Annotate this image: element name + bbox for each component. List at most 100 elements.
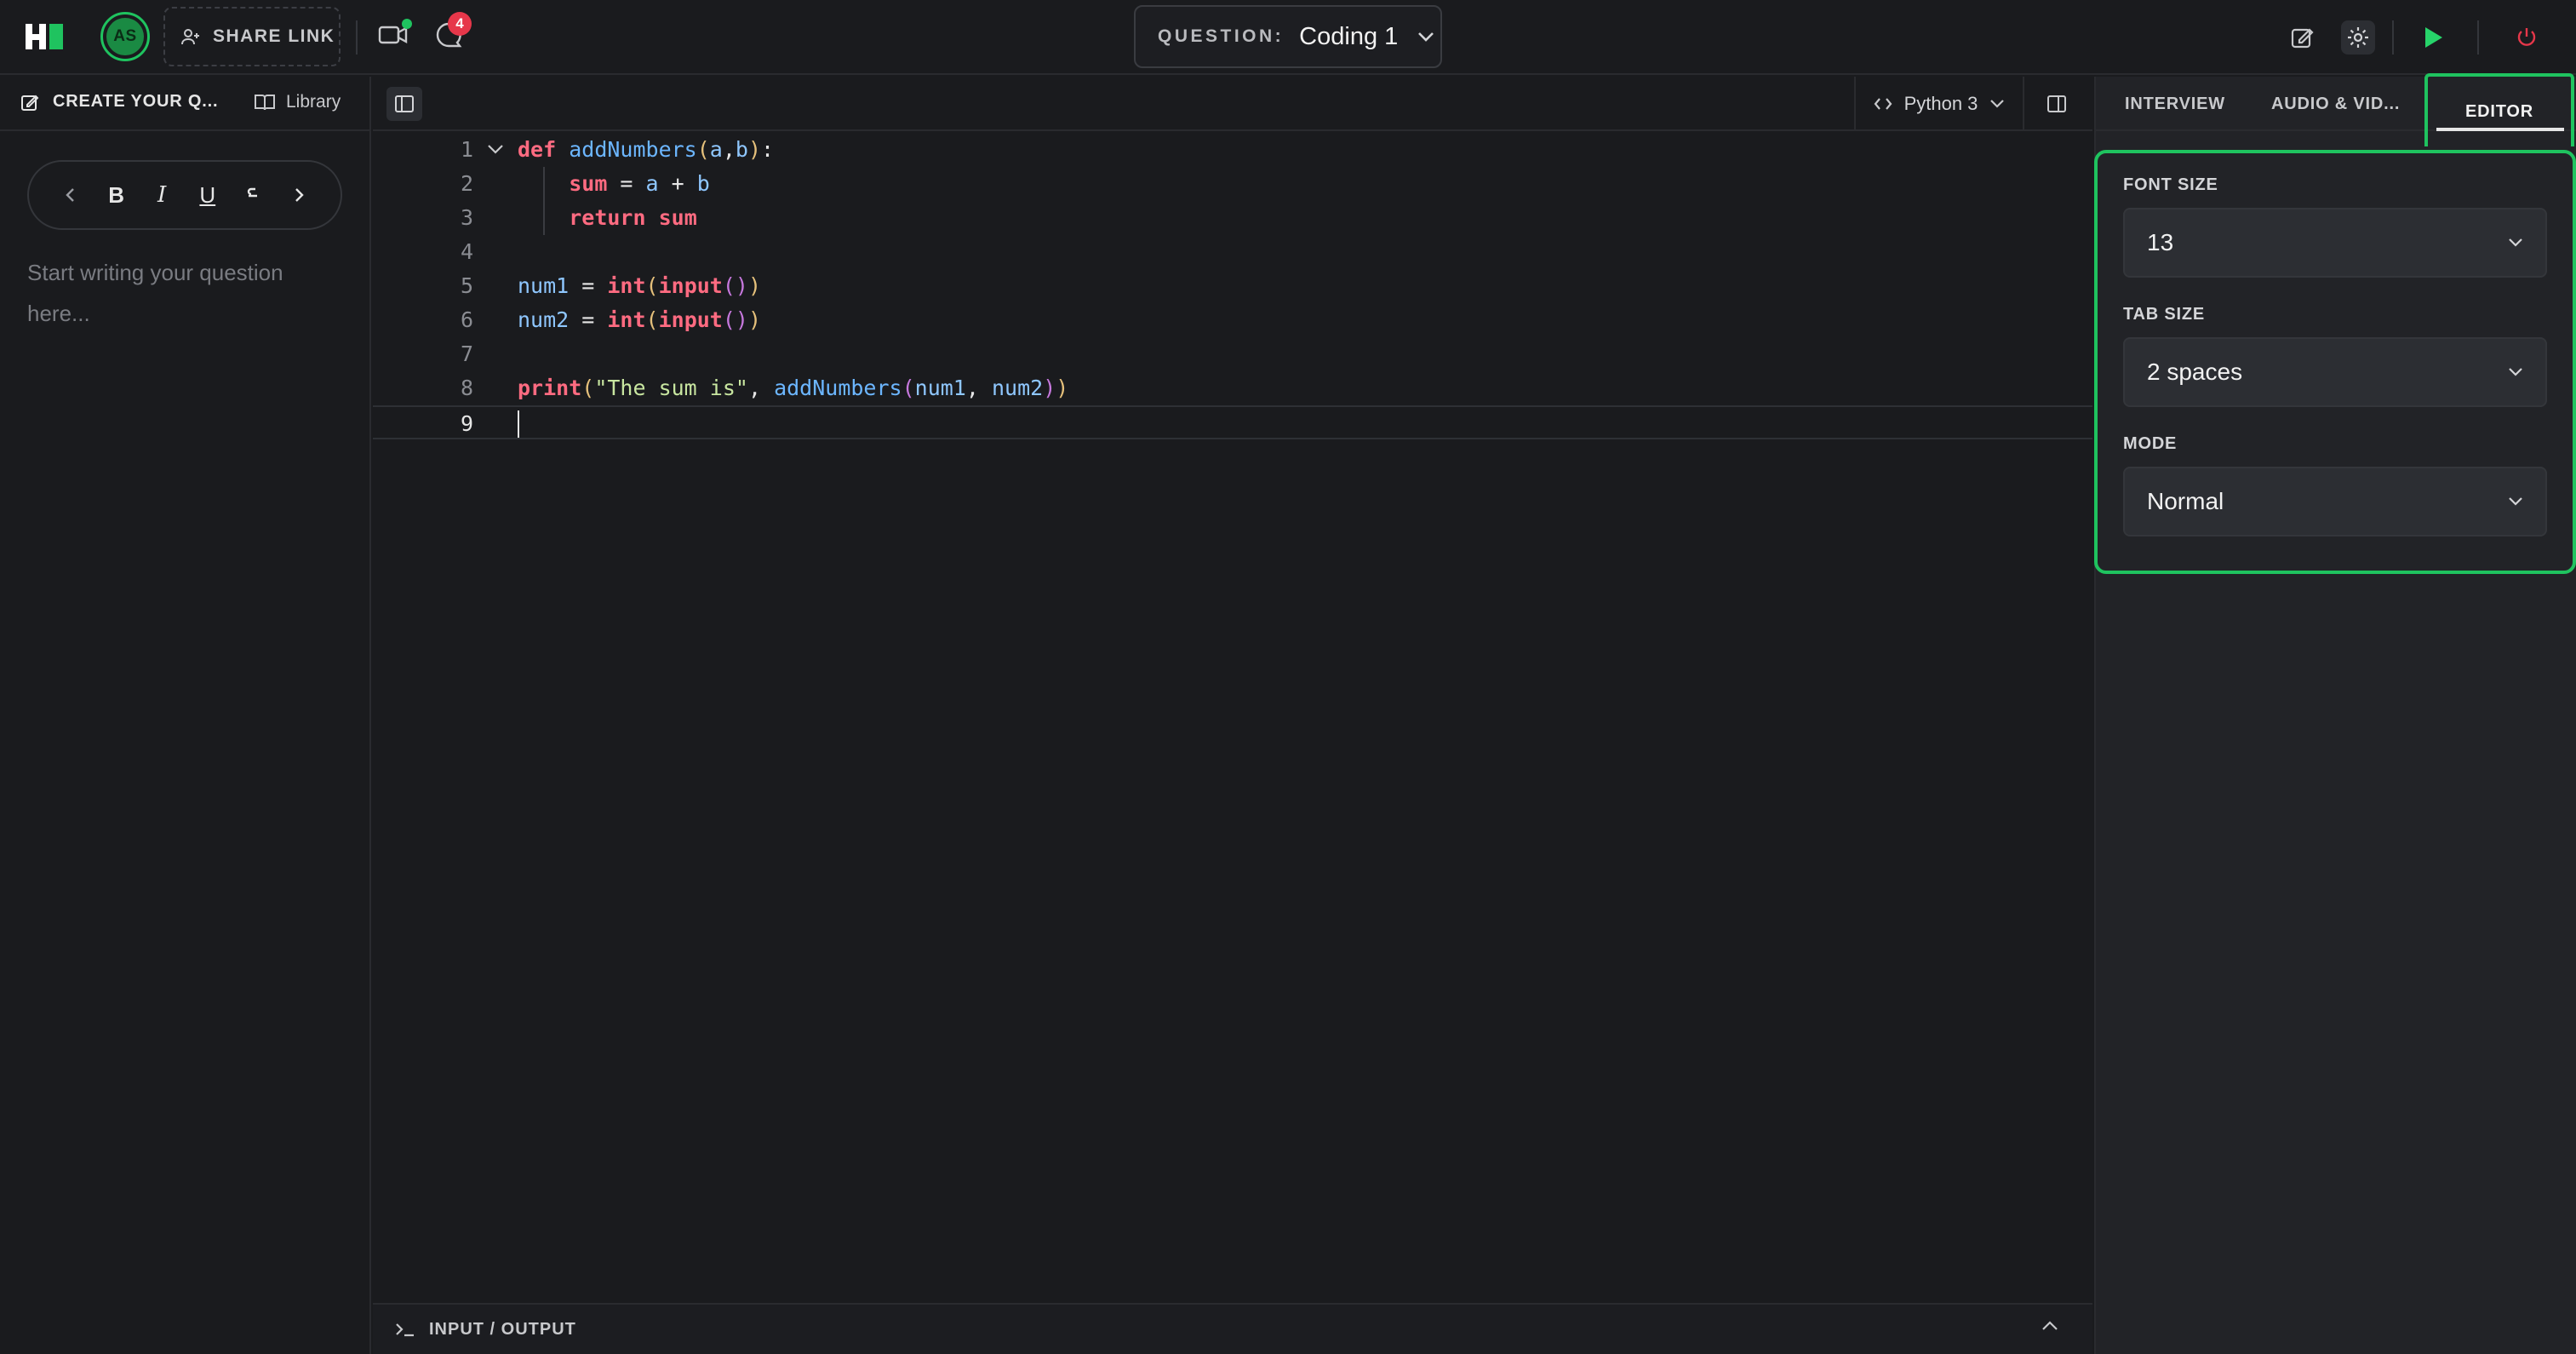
tab-size-select[interactable]: 2 spaces bbox=[2123, 337, 2547, 407]
tab-interview[interactable]: INTERVIEW bbox=[2125, 77, 2225, 131]
split-view-button[interactable] bbox=[2041, 89, 2072, 119]
tab-library[interactable]: Library bbox=[254, 92, 341, 112]
tab-library-label: Library bbox=[286, 92, 341, 112]
fold-chevron-icon[interactable] bbox=[487, 143, 504, 155]
chevron-down-icon bbox=[1417, 31, 1435, 43]
add-user-icon bbox=[180, 26, 201, 47]
chat-notification-badge: 4 bbox=[448, 12, 472, 36]
code-editor: Python 3 1 def addNumbers(a,b): 2 sum = … bbox=[373, 77, 2304, 1354]
chevron-down-icon bbox=[2508, 496, 2523, 507]
tab-create-label: CREATE YOUR Q... bbox=[53, 92, 219, 111]
question-panel: CREATE YOUR Q... Library B I U Start wri… bbox=[0, 77, 371, 1354]
settings-panel-tabs: INTERVIEW AUDIO & VID... EDITOR bbox=[2096, 73, 2576, 146]
edit-note-icon bbox=[2289, 25, 2315, 50]
code-line[interactable]: 1 def addNumbers(a,b): bbox=[373, 133, 2092, 167]
scroll-right-button[interactable] bbox=[284, 181, 313, 209]
code-line-active[interactable]: 9 bbox=[373, 405, 2092, 439]
input-output-panel-toggle[interactable]: INPUT / OUTPUT bbox=[373, 1303, 2092, 1354]
line-number: 7 bbox=[460, 341, 473, 366]
split-panel-icon bbox=[2046, 95, 2067, 113]
code-icon bbox=[1874, 97, 1892, 111]
mode-label: MODE bbox=[2123, 434, 2178, 453]
active-tab-indicator bbox=[2436, 128, 2564, 131]
sidebar-icon bbox=[394, 95, 415, 113]
tab-create-question[interactable]: CREATE YOUR Q... bbox=[20, 92, 218, 112]
tab-editor[interactable]: EDITOR bbox=[2424, 73, 2574, 146]
line-number: 5 bbox=[460, 273, 473, 298]
line-number: 8 bbox=[460, 376, 473, 400]
top-bar: AS SHARE LINK 4 QUESTION: Coding 1 bbox=[0, 0, 2576, 75]
toolbar-divider bbox=[2392, 20, 2394, 55]
chevron-down-icon bbox=[1989, 99, 2005, 109]
underline-icon: U bbox=[199, 181, 216, 208]
toggle-sidebar-button[interactable] bbox=[386, 87, 422, 121]
chevron-down-icon bbox=[2508, 238, 2523, 248]
line-number: 4 bbox=[460, 239, 473, 264]
line-number: 3 bbox=[460, 205, 473, 230]
bold-button[interactable]: B bbox=[102, 181, 131, 209]
code-text: print("The sum is", addNumbers(num1, num… bbox=[518, 376, 1069, 400]
bold-icon: B bbox=[108, 181, 124, 208]
mode-value: Normal bbox=[2147, 488, 2224, 514]
italic-button[interactable]: I bbox=[147, 181, 176, 209]
power-icon bbox=[2515, 26, 2539, 49]
code-text: return sum bbox=[569, 205, 697, 230]
text-cursor bbox=[518, 410, 519, 438]
code-text: num1 = int(input()) bbox=[518, 273, 762, 298]
input-output-label: INPUT / OUTPUT bbox=[429, 1319, 576, 1339]
code-line[interactable]: 5 num1 = int(input()) bbox=[373, 269, 2092, 303]
code-line[interactable]: 4 bbox=[373, 235, 2092, 269]
code-line[interactable]: 6 num2 = int(input()) bbox=[373, 303, 2092, 337]
question-editor-placeholder[interactable]: Start writing your question here... bbox=[27, 252, 342, 334]
code-line[interactable]: 8 print("The sum is", addNumbers(num1, n… bbox=[373, 371, 2092, 405]
formatting-toolbar: B I U bbox=[27, 160, 342, 230]
language-selector[interactable]: Python 3 bbox=[1854, 77, 2024, 131]
edit-icon bbox=[20, 93, 39, 112]
share-link-label: SHARE LINK bbox=[213, 26, 335, 46]
line-number: 2 bbox=[460, 171, 473, 196]
app-logo[interactable] bbox=[26, 22, 65, 51]
chevron-right-icon bbox=[293, 186, 305, 204]
scroll-left-button[interactable] bbox=[56, 181, 85, 209]
tab-size-value: 2 spaces bbox=[2147, 359, 2243, 385]
share-link-button[interactable]: SHARE LINK bbox=[163, 7, 341, 66]
question-value: Coding 1 bbox=[1299, 22, 1399, 50]
user-avatar[interactable]: AS bbox=[100, 12, 150, 61]
code-line[interactable]: 7 bbox=[373, 337, 2092, 371]
tab-audio-video[interactable]: AUDIO & VID... bbox=[2271, 77, 2400, 131]
mode-select[interactable]: Normal bbox=[2123, 467, 2547, 536]
chevron-down-icon bbox=[2508, 367, 2523, 377]
question-panel-tabs: CREATE YOUR Q... Library bbox=[0, 77, 369, 131]
toolbar-divider bbox=[356, 20, 358, 55]
editor-toolbar: Python 3 bbox=[373, 77, 2092, 131]
video-status-dot bbox=[402, 19, 412, 29]
gear-icon bbox=[2346, 26, 2370, 49]
line-number: 6 bbox=[460, 307, 473, 332]
font-size-select[interactable]: 13 bbox=[2123, 208, 2547, 278]
code-text: num2 = int(input()) bbox=[518, 307, 762, 332]
code-line[interactable]: 2 sum = a + b bbox=[373, 167, 2092, 201]
code-line[interactable]: 3 return sum bbox=[373, 201, 2092, 235]
font-size-value: 13 bbox=[2147, 229, 2174, 255]
question-label: QUESTION: bbox=[1158, 26, 1285, 46]
book-icon bbox=[254, 93, 276, 112]
editor-settings: FONT SIZE 13 TAB SIZE 2 spaces MODE Norm… bbox=[2094, 150, 2576, 574]
font-size-label: FONT SIZE bbox=[2123, 175, 2218, 194]
toolbar-divider bbox=[2477, 20, 2479, 55]
settings-panel: INTERVIEW AUDIO & VID... EDITOR FONT SIZ… bbox=[2094, 73, 2576, 1354]
chevron-up-icon[interactable] bbox=[2041, 1320, 2058, 1332]
tab-size-label: TAB SIZE bbox=[2123, 305, 2206, 324]
strikethrough-button[interactable] bbox=[238, 181, 267, 209]
code-area[interactable]: 1 def addNumbers(a,b): 2 sum = a + b 3 r… bbox=[373, 133, 2304, 1354]
run-button[interactable] bbox=[2416, 20, 2450, 55]
italic-icon: I bbox=[157, 182, 167, 208]
end-interview-button[interactable] bbox=[2510, 20, 2544, 55]
strikethrough-icon bbox=[247, 185, 259, 205]
line-number: 9 bbox=[460, 411, 473, 436]
question-selector[interactable]: QUESTION: Coding 1 bbox=[1134, 5, 1442, 68]
settings-button[interactable] bbox=[2341, 20, 2375, 55]
notes-button[interactable] bbox=[2285, 20, 2319, 55]
line-number: 1 bbox=[460, 137, 473, 162]
chevron-left-icon bbox=[65, 186, 77, 204]
underline-button[interactable]: U bbox=[193, 181, 222, 209]
